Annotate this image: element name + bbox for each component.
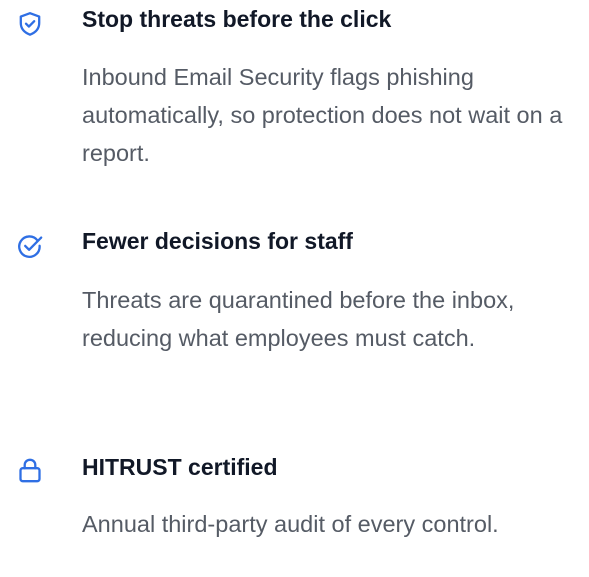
lock-icon [16, 456, 44, 484]
feature-description: Threats are quarantined before the inbox… [82, 287, 515, 351]
feature-description: Annual third-party audit of every contro… [82, 511, 499, 537]
feature-title: HITRUST certified [82, 454, 278, 480]
feature-list: Stop threats before the click Inbound Em… [0, 0, 589, 577]
feature-description: Inbound Email Security flags phishing au… [82, 64, 563, 166]
feature-title: Fewer decisions for staff [82, 228, 353, 254]
shield-check-icon [16, 10, 44, 38]
check-circle-icon [16, 232, 44, 260]
feature-title: Stop threats before the click [82, 6, 392, 32]
